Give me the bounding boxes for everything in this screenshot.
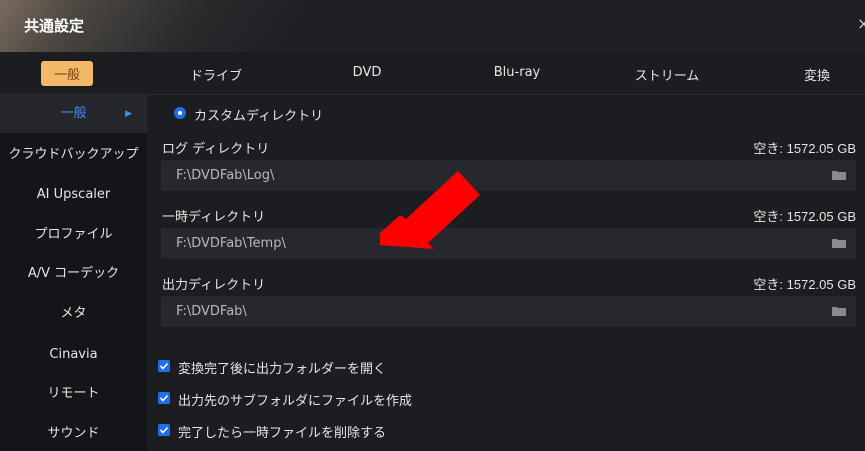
- close-icon[interactable]: ×: [857, 14, 865, 33]
- radio-button[interactable]: [174, 107, 186, 119]
- sidebar-item-cloud-backup[interactable]: クラウドバックアップ: [0, 143, 147, 167]
- sidebar-item-av-codec[interactable]: A/V コーデック: [0, 262, 147, 286]
- sidebar-item-label: 一般: [60, 106, 87, 121]
- output-directory-label: 出力ディレクトリ: [162, 278, 266, 293]
- tab-bluray[interactable]: Blu-ray: [494, 65, 540, 80]
- tab-general[interactable]: 一般: [40, 61, 94, 86]
- option-label: 完了したら一時ファイルを削除する: [178, 426, 387, 441]
- sidebar-item-profile[interactable]: プロファイル: [0, 223, 147, 247]
- log-directory-field[interactable]: F:\DVDFab\Log\: [161, 160, 856, 191]
- output-directory-path: F:\DVDFab\: [176, 304, 247, 319]
- sidebar-item-meta[interactable]: メタ: [0, 302, 147, 326]
- chevron-right-icon: ▶: [125, 109, 132, 119]
- temp-directory-path: F:\DVDFab\Temp\: [176, 236, 286, 251]
- log-free-space: 空き: 1572.05 GB: [753, 141, 856, 156]
- sidebar: 一般 ▶ クラウドバックアップ AI Upscaler プロファイル A/V コ…: [0, 95, 147, 451]
- output-free-space: 空き: 1572.05 GB: [753, 277, 856, 292]
- checkbox[interactable]: [158, 424, 170, 436]
- red-arrow-annotation: [380, 171, 480, 249]
- temp-free-space: 空き: 1572.05 GB: [753, 209, 856, 224]
- window-title: 共通設定: [24, 17, 85, 35]
- sidebar-item-remote[interactable]: リモート: [0, 382, 147, 406]
- custom-directory-label: カスタムディレクトリ: [194, 109, 324, 124]
- checkbox[interactable]: [158, 392, 170, 404]
- option-label: 出力先のサブフォルダにファイルを作成: [178, 394, 413, 409]
- output-directory-field[interactable]: F:\DVDFab\: [161, 296, 856, 327]
- tab-bar: 一般 ドライブ DVD Blu-ray ストリーム 変換: [0, 52, 865, 95]
- title-bar: 共通設定 ×: [0, 0, 865, 52]
- checkbox[interactable]: [158, 360, 170, 372]
- tab-dvd[interactable]: DVD: [353, 65, 382, 80]
- sidebar-item-cinavia[interactable]: Cinavia: [0, 343, 147, 367]
- general-settings-panel: カスタムディレクトリ ログ ディレクトリ 空き: 1572.05 GB F:\D…: [148, 95, 865, 451]
- temp-directory-label: 一時ディレクトリ: [162, 210, 266, 225]
- tab-drive[interactable]: ドライブ: [190, 65, 242, 84]
- folder-icon[interactable]: [832, 170, 846, 180]
- folder-icon[interactable]: [832, 306, 846, 316]
- temp-directory-field[interactable]: F:\DVDFab\Temp\: [161, 228, 856, 259]
- folder-icon[interactable]: [832, 238, 846, 248]
- log-directory-path: F:\DVDFab\Log\: [176, 168, 275, 183]
- tab-stream[interactable]: ストリーム: [635, 65, 700, 84]
- option-label: 変換完了後に出力フォルダーを開く: [178, 362, 387, 377]
- sidebar-item-ai-upscaler[interactable]: AI Upscaler: [0, 183, 147, 207]
- sidebar-item-general[interactable]: 一般 ▶: [0, 95, 147, 133]
- sidebar-item-sound[interactable]: サウンド: [0, 422, 147, 446]
- tab-convert[interactable]: 変換: [804, 65, 830, 84]
- log-directory-label: ログ ディレクトリ: [162, 142, 270, 157]
- settings-window: 共通設定 × 一般 ドライブ DVD Blu-ray ストリーム 変換 一般 ▶…: [0, 0, 865, 451]
